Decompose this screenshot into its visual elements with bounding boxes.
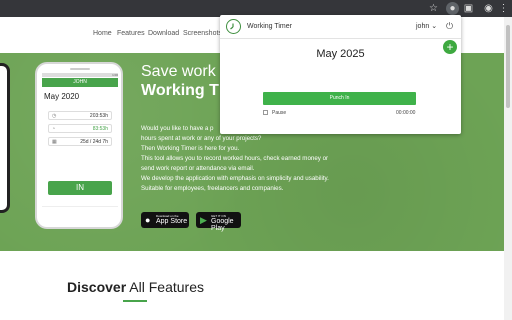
badge-big-text: Google Play [211, 218, 234, 232]
phone-row-value: 83:53h [92, 126, 108, 132]
extension-popup: Working Timer john ⌄ ⏻ + May 2025 Punch … [220, 15, 461, 134]
play-icon: ▶ [200, 215, 207, 225]
phone-status-bar: 1:00 [42, 73, 118, 77]
timer-icon: ◔ [52, 126, 56, 132]
hero-line: This tool allows you to record worked ho… [141, 155, 329, 162]
apple-icon: ● [145, 215, 151, 225]
phone-speaker [70, 68, 90, 70]
popup-header: Working Timer john ⌄ ⏻ [220, 15, 461, 39]
phone-bottom-tabs [42, 206, 118, 218]
timer-logo-icon [226, 19, 241, 34]
nav-screenshots[interactable]: Screenshots [183, 30, 222, 37]
popup-month: May 2025 [316, 48, 365, 60]
hero-line: send work report or attendance via email… [141, 165, 255, 172]
hero-title-line2: Working T [141, 82, 219, 99]
app-store-badge[interactable]: ● Download on the App Store [141, 212, 189, 228]
popup-title: Working Timer [247, 23, 292, 30]
discover-bold: Discover [67, 279, 127, 295]
puzzle-icon[interactable]: ▣ [462, 2, 475, 15]
phone-month: May 2020 [44, 92, 80, 101]
nav-download[interactable]: Download [148, 30, 179, 37]
discover-rest: All Features [129, 279, 204, 295]
google-play-badge[interactable]: ▶ GET IT ON Google Play [196, 212, 241, 232]
phone-header-user: JOHN [73, 79, 87, 85]
phone-row-worked: ◷ 203:53h [48, 111, 112, 120]
phone-in-button: IN [48, 181, 112, 195]
phone-row-overtime: ◔ 83:53h [48, 124, 112, 133]
extension-active-icon[interactable]: ● [446, 2, 459, 15]
hero-line: hours spent at work or any of your proje… [141, 135, 262, 142]
pause-checkbox[interactable] [263, 110, 268, 115]
hero-line: Suitable for employees, freelancers and … [141, 185, 284, 192]
phone-status-time: 1:00 [112, 73, 118, 77]
hero-title-line1: Save work [141, 63, 216, 80]
badge-big-text: App Store [156, 218, 188, 225]
phone-header: JOHN [42, 78, 118, 87]
hero-line: We develop the application with emphasis… [141, 175, 329, 182]
phone-left-mockup [0, 63, 10, 213]
calendar-icon: ▦ [52, 139, 57, 145]
profile-icon[interactable]: ◉ [482, 2, 495, 15]
user-name: john [416, 23, 430, 30]
pause-time: 00:00:00 [396, 110, 416, 116]
hero-paragraph: Would you like to have a p hours spent a… [141, 124, 329, 194]
user-dropdown[interactable]: john ⌄ [416, 22, 437, 30]
timer-hands [230, 23, 234, 30]
phone-row-days: ▦ 25d / 24d 7h [48, 137, 112, 146]
power-icon[interactable]: ⏻ [446, 21, 453, 32]
scroll-thumb[interactable] [506, 25, 510, 108]
discover-heading: Discover All Features [67, 279, 204, 295]
phone-row-value: 203:53h [89, 113, 108, 119]
punch-in-button[interactable]: Punch In [263, 92, 416, 105]
pause-label: Pause [272, 110, 287, 116]
nav-home[interactable]: Home [93, 30, 112, 37]
hero-line: Then Working Timer is here for you. [141, 145, 240, 152]
page-scrollbar[interactable] [504, 17, 512, 320]
chevron-down-icon: ⌄ [431, 23, 438, 30]
clock-icon: ◷ [52, 113, 57, 119]
menu-icon[interactable]: ⋮ [497, 2, 510, 15]
discover-underline [123, 300, 147, 302]
phone-row-value: 25d / 24d 7h [80, 139, 108, 145]
nav-features[interactable]: Features [117, 30, 145, 37]
star-icon[interactable]: ☆ [427, 2, 440, 15]
phone-mockup: 1:00 JOHN May 2020 ◷ 203:53h ◔ 83:53h ▦ … [35, 62, 123, 229]
